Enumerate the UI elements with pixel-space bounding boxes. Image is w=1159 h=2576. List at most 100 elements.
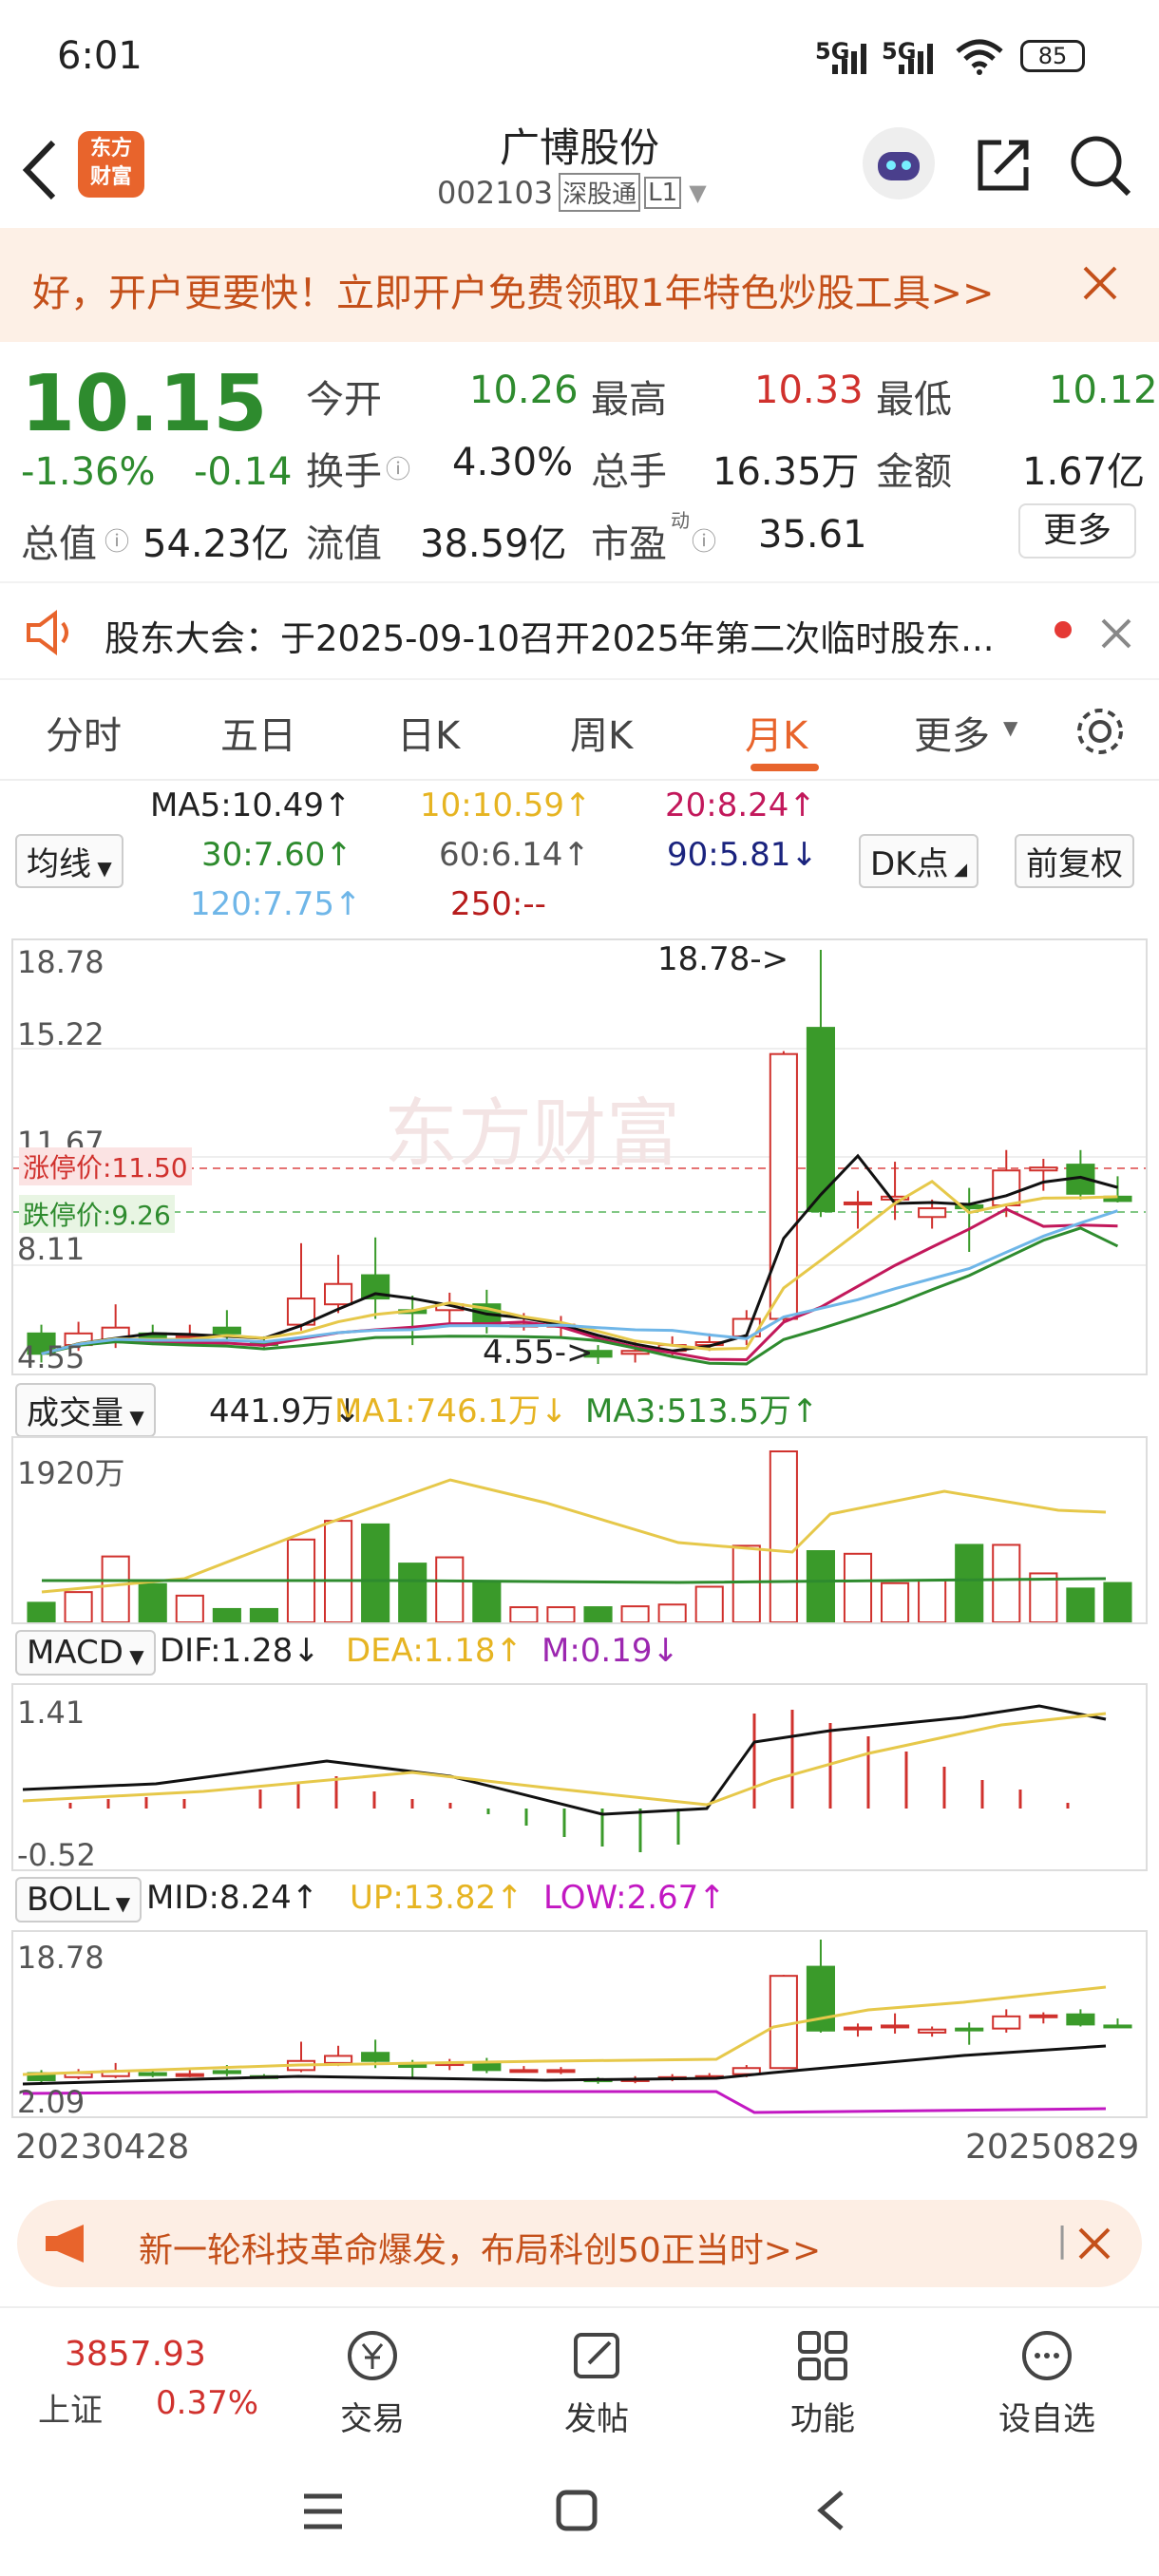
- open-label: 今开: [306, 378, 382, 422]
- change-pct: -1.36%: [21, 450, 156, 494]
- boll-y-bottom: 2.09: [17, 2084, 86, 2120]
- robot-avatar-icon[interactable]: [863, 127, 935, 199]
- add-watchlist-button[interactable]: 设自选: [971, 2327, 1123, 2439]
- volume-value: 16.35万: [712, 450, 860, 494]
- boll-candle: [1103, 2024, 1132, 2029]
- mktcap-value: 54.23亿: [142, 522, 290, 566]
- boll-candle: [398, 2064, 428, 2069]
- kline-candle: [769, 1052, 798, 1320]
- info-icon[interactable]: ⓘ: [104, 522, 129, 558]
- date-start: 20230428: [15, 2128, 190, 2167]
- boll-selector-label: BOLL: [27, 1881, 110, 1919]
- volume-panel[interactable]: 1920万: [11, 1436, 1148, 1624]
- boll-mid: MID:8.24↑: [146, 1879, 319, 1917]
- gear-icon[interactable]: [1074, 705, 1127, 758]
- volume-bar: [620, 1605, 650, 1623]
- boll-chart[interactable]: [13, 1932, 1146, 2116]
- grid-icon: [798, 2331, 847, 2380]
- macd-selector-label: MACD: [27, 1634, 124, 1672]
- yen-icon: [348, 2331, 397, 2380]
- boll-candle: [1029, 2014, 1058, 2018]
- volume-bar: [398, 1563, 428, 1623]
- boll-candle: [881, 2024, 910, 2029]
- ma-selector-label: 均线: [27, 845, 91, 883]
- chevron-down-icon[interactable]: ▼: [689, 180, 706, 206]
- index-name[interactable]: 上证: [38, 2384, 103, 2431]
- post-label: 发帖: [564, 2400, 629, 2438]
- boll-header: BOLL ▼ MID:8.24↑ UP:13.82↑ LOW:2.67↑: [15, 1877, 1146, 1926]
- high-value: 10.33: [754, 369, 864, 412]
- menu-icon[interactable]: [300, 2492, 346, 2530]
- corner-icon: ◢: [948, 860, 968, 880]
- tab-intraday[interactable]: 分时: [46, 705, 122, 760]
- tab-five-day[interactable]: 五日: [220, 705, 296, 760]
- macd-selector[interactable]: MACD ▼: [15, 1630, 156, 1676]
- chevron-down-icon-macd: ▼: [123, 1645, 144, 1668]
- back-nav-icon[interactable]: [813, 2489, 847, 2532]
- kline-panel[interactable]: 东方财富 18.78 15.22 11.67 8.11 4.55 涨停价:11.…: [11, 938, 1148, 1375]
- volume-bar: [249, 1607, 278, 1623]
- dk-button[interactable]: DK点 ◢: [859, 834, 979, 888]
- volume-bar: [1029, 1572, 1058, 1623]
- home-icon[interactable]: [555, 2489, 598, 2532]
- share-icon[interactable]: [973, 133, 1036, 196]
- boll-panel[interactable]: 18.78 2.09: [11, 1930, 1148, 2120]
- low-value: 10.12: [1049, 369, 1158, 412]
- volume-bar: [138, 1582, 167, 1623]
- promo-banner[interactable]: 好，开户更要快！立即开户免费领取1年特色炒股工具>>: [0, 228, 1159, 342]
- volume-selector-label: 成交量: [27, 1394, 124, 1432]
- stock-code: 002103: [437, 174, 554, 211]
- turnover-value: 4.30%: [452, 441, 574, 484]
- k-y-4: 8.11: [17, 1231, 86, 1267]
- search-icon[interactable]: [1068, 133, 1134, 199]
- close-icon-notice[interactable]: [1100, 617, 1132, 650]
- notice-bar[interactable]: 股东大会：于2025-09-10召开2025年第二次临时股东...: [0, 581, 1159, 680]
- tab-daily-k[interactable]: 日K: [397, 705, 460, 760]
- amount-label: 金额: [876, 450, 952, 494]
- limit-up-label: 涨停价:11.50: [19, 1147, 192, 1185]
- volume-bar: [324, 1520, 353, 1623]
- volume-chart[interactable]: [13, 1438, 1146, 1623]
- ma5-label: MA5:10.49↑: [150, 786, 352, 824]
- volume-selector[interactable]: 成交量 ▼: [15, 1383, 156, 1437]
- macd-dif: DIF:1.28↓: [160, 1632, 320, 1670]
- index-value[interactable]: 3857.93: [65, 2335, 206, 2374]
- volume-bar: [769, 1450, 798, 1623]
- close-icon[interactable]: [1081, 264, 1119, 302]
- dk-label: DK点: [870, 845, 949, 883]
- wifi-icon: [956, 39, 1003, 75]
- boll-candle: [361, 2052, 390, 2062]
- promo-text: 好，开户更要快！立即开户免费领取1年特色炒股工具>>: [32, 272, 995, 315]
- macd-header: MACD ▼ DIF:1.28↓ DEA:1.18↑ M:0.19↓: [15, 1630, 1146, 1679]
- macd-panel[interactable]: 1.41 -0.52: [11, 1683, 1148, 1873]
- open-value: 10.26: [469, 369, 579, 412]
- boll-candle: [918, 2028, 947, 2034]
- close-icon-ad[interactable]: [1077, 2226, 1112, 2261]
- boll-candle: [472, 2061, 502, 2072]
- tag-l1: L1: [644, 176, 682, 209]
- period-tabs: 分时 五日 日K 周K 月K 更多 ▼: [0, 686, 1159, 781]
- tab-weekly-k[interactable]: 周K: [570, 705, 633, 760]
- boll-candle: [212, 2070, 241, 2074]
- volume-bar: [27, 1601, 56, 1623]
- ma-selector[interactable]: 均线 ▼: [15, 834, 124, 888]
- more-button[interactable]: 更多: [1018, 503, 1136, 559]
- volume-y-top: 1920万: [17, 1455, 125, 1491]
- signal-icon-2: [899, 44, 933, 74]
- volume-bar: [64, 1591, 93, 1623]
- post-button[interactable]: 发帖: [521, 2327, 673, 2439]
- adjust-button[interactable]: 前复权: [1015, 834, 1134, 888]
- chevron-down-icon-boll: ▼: [109, 1892, 131, 1915]
- tab-more[interactable]: 更多: [914, 705, 990, 760]
- tab-monthly-k[interactable]: 月K: [745, 705, 808, 760]
- function-button[interactable]: 功能: [747, 2327, 899, 2439]
- trade-button[interactable]: 交易: [296, 2327, 448, 2439]
- info-icon-3[interactable]: ⓘ: [692, 522, 716, 558]
- speaker-icon: [27, 610, 68, 655]
- nav-bar: 东方 财富 广博股份 002103 深股通 L1 ▼: [0, 114, 1159, 228]
- chevron-down-icon-tab: ▼: [1003, 716, 1018, 739]
- macd-chart[interactable]: [13, 1685, 1146, 1869]
- ad-banner[interactable]: 新一轮科技革命爆发，布局科创50正当时>> |: [17, 2200, 1142, 2287]
- info-icon-2[interactable]: ⓘ: [386, 450, 410, 485]
- boll-selector[interactable]: BOLL ▼: [15, 1877, 142, 1923]
